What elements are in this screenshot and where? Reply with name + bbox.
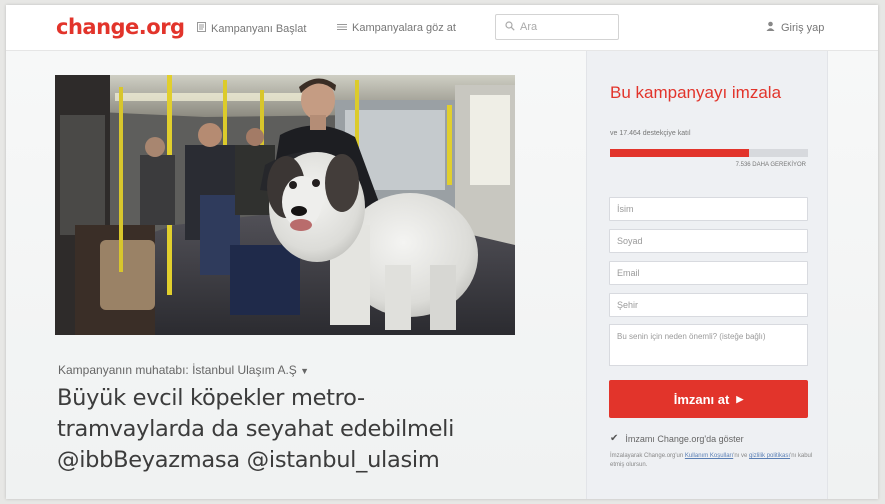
- browser-page: change.org Kampanyanı Başlat Kampanyalar…: [6, 5, 878, 499]
- signature-progress-bar: [610, 149, 808, 157]
- document-icon: [197, 22, 206, 35]
- privacy-policy-link[interactable]: gizlilik politikası: [749, 453, 790, 459]
- show-signature-label: İmzamı Change.org'da göster: [625, 433, 744, 444]
- petition-content: Kampanyanın muhatabı: İstanbul Ulaşım A.…: [6, 51, 878, 499]
- campaign-photo: [55, 75, 515, 335]
- search-box[interactable]: [495, 14, 619, 40]
- title-line-2: tramvaylarda da seyahat edebilmeli: [57, 416, 455, 442]
- sign-petition-panel: Bu kampanyayı imzala ve 17.464 destekçiy…: [586, 51, 828, 499]
- checkmark-icon: ✔: [610, 433, 619, 444]
- terms-prefix: İmzalayarak Change.org'un: [610, 453, 684, 459]
- terms-notice: İmzalayarak Change.org'un Kullanım Koşul…: [610, 452, 815, 469]
- nav-browse-campaigns[interactable]: Kampanyalara göz at: [337, 22, 456, 34]
- user-icon: [766, 21, 775, 34]
- nav-start-campaign[interactable]: Kampanyanı Başlat: [197, 22, 306, 35]
- terms-of-use-link[interactable]: Kullanım Koşulları: [685, 453, 733, 459]
- sign-button-label: İmzanı at: [673, 391, 730, 407]
- title-line-1: Büyük evcil köpekler metro-: [57, 385, 365, 411]
- supporter-count: ve 17.464 destekçiye katıl: [610, 130, 691, 137]
- show-signature-checkbox[interactable]: ✔ İmzamı Change.org'da göster: [610, 433, 744, 444]
- site-header: change.org Kampanyanı Başlat Kampanyalar…: [6, 5, 878, 51]
- sign-button[interactable]: İmzanı at ▶: [609, 380, 808, 418]
- signatures-needed: 7.536 DAHA GEREKİYOR: [735, 162, 806, 168]
- last-name-field[interactable]: [609, 229, 808, 253]
- title-line-3: @ibbBeyazmasa @istanbul_ulasim: [57, 447, 440, 473]
- signature-progress-fill: [610, 149, 749, 157]
- nav-start-campaign-label: Kampanyanı Başlat: [211, 22, 307, 35]
- nav-browse-campaigns-label: Kampanyalara göz at: [352, 22, 456, 34]
- search-icon: [505, 18, 515, 36]
- change-org-logo[interactable]: change.org: [56, 15, 185, 39]
- search-input[interactable]: [520, 21, 610, 33]
- chevron-down-icon: ▼: [300, 366, 310, 376]
- list-icon: [337, 23, 347, 34]
- chevron-right-icon: ▶: [736, 393, 744, 404]
- login-label: Giriş yap: [781, 21, 825, 34]
- reason-field[interactable]: [609, 324, 808, 366]
- terms-middle: 'nı ve: [733, 453, 748, 459]
- campaign-target[interactable]: Kampanyanın muhatabı: İstanbul Ulaşım A.…: [58, 363, 309, 377]
- city-field[interactable]: [609, 293, 808, 317]
- campaign-target-text: Kampanyanın muhatabı: İstanbul Ulaşım A.…: [58, 363, 297, 377]
- page-title: Büyük evcil köpekler metro- tramvaylarda…: [57, 383, 577, 476]
- sign-panel-title: Bu kampanyayı imzala: [610, 83, 782, 102]
- login-link[interactable]: Giriş yap: [766, 21, 824, 34]
- first-name-field[interactable]: [609, 197, 808, 221]
- email-field[interactable]: [609, 261, 808, 285]
